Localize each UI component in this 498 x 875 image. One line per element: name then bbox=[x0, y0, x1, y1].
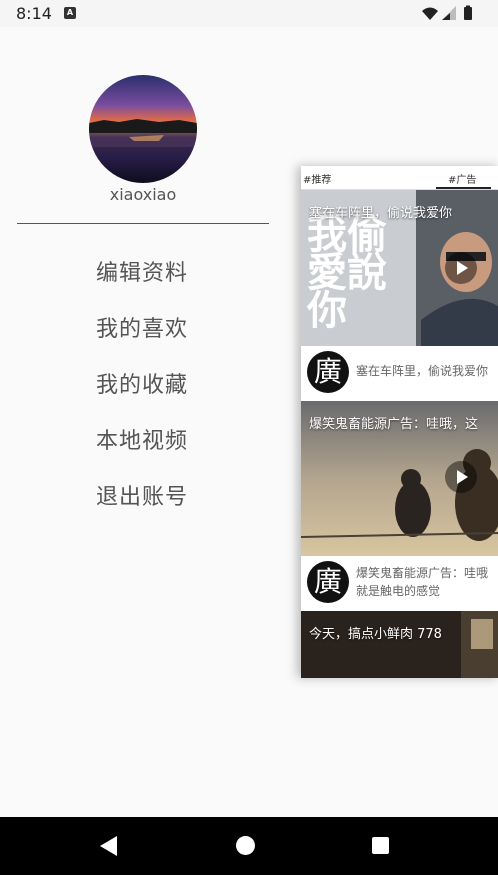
video-description-line-2: 就是触电的感觉 bbox=[356, 584, 441, 598]
main-content[interactable]: #推荐 #广告 我偷愛說你 塞在车阵里，偷说我爱你 廣 塞在车阵里，偷说我爱你 bbox=[301, 166, 498, 678]
recents-icon[interactable] bbox=[372, 837, 389, 854]
menu-item-edit-profile[interactable]: 编辑资料 bbox=[96, 255, 188, 287]
video-description: 爆笑鬼畜能源广告：哇哦 就是触电的感觉 bbox=[356, 564, 498, 600]
video-description: 塞在车阵里，偷说我爱你 bbox=[356, 364, 489, 378]
video-thumbnail[interactable]: 我偷愛說你 塞在车阵里，偷说我爱你 bbox=[301, 190, 498, 346]
video-description-line-1: 爆笑鬼畜能源广告：哇哦 bbox=[356, 566, 489, 580]
screen: 8:14 A xiaoxiao 编辑资料 我的喜欢 我的收藏 本地视频 退出账号… bbox=[0, 0, 498, 875]
ad-avatar-icon: 廣 bbox=[307, 561, 349, 603]
video-thumbnail-image bbox=[301, 611, 498, 678]
menu-item-my-likes[interactable]: 我的喜欢 bbox=[96, 311, 188, 343]
menu-item-my-favorites[interactable]: 我的收藏 bbox=[96, 367, 188, 399]
status-bar: 8:14 A bbox=[0, 0, 498, 27]
battery-icon bbox=[464, 7, 472, 20]
drawer-divider bbox=[17, 223, 269, 224]
video-info-row[interactable]: 廣 爆笑鬼畜能源广告：哇哦 就是触电的感觉 bbox=[301, 556, 498, 611]
video-title: 爆笑鬼畜能源广告：哇哦，这 bbox=[309, 417, 479, 432]
tab-bar: #推荐 #广告 bbox=[301, 166, 498, 190]
home-icon[interactable] bbox=[236, 836, 255, 855]
avatar-image bbox=[89, 75, 197, 183]
username: xiaoxiao bbox=[109, 185, 177, 204]
play-icon[interactable] bbox=[445, 461, 477, 493]
tab-indicator bbox=[436, 187, 491, 189]
notification-icon: A bbox=[64, 7, 76, 19]
video-title: 今天，搞点小鲜肉 778 bbox=[309, 627, 442, 642]
video-thumbnail[interactable]: 爆笑鬼畜能源广告：哇哦，这 bbox=[301, 401, 498, 556]
tab-ads[interactable]: #广告 bbox=[448, 171, 476, 186]
user-avatar[interactable] bbox=[89, 75, 197, 183]
tab-recommended[interactable]: #推荐 bbox=[303, 171, 331, 186]
navigation-drawer: xiaoxiao 编辑资料 我的喜欢 我的收藏 本地视频 退出账号 bbox=[0, 27, 290, 817]
system-nav-bar bbox=[0, 817, 498, 875]
video-title: 塞在车阵里，偷说我爱你 bbox=[309, 206, 453, 221]
video-thumbnail[interactable]: 今天，搞点小鲜肉 778 bbox=[301, 611, 498, 678]
status-time: 8:14 bbox=[16, 4, 52, 23]
status-icons bbox=[422, 5, 472, 20]
menu-item-local-videos[interactable]: 本地视频 bbox=[96, 423, 188, 455]
back-icon[interactable] bbox=[100, 836, 117, 856]
menu-item-logout[interactable]: 退出账号 bbox=[96, 479, 188, 511]
video-info-row[interactable]: 廣 塞在车阵里，偷说我爱你 bbox=[301, 346, 498, 401]
video-overlay-text: 我偷愛說你 bbox=[307, 211, 387, 334]
wifi-icon bbox=[422, 7, 438, 20]
play-icon[interactable] bbox=[445, 252, 477, 284]
ad-avatar-icon: 廣 bbox=[307, 351, 349, 393]
